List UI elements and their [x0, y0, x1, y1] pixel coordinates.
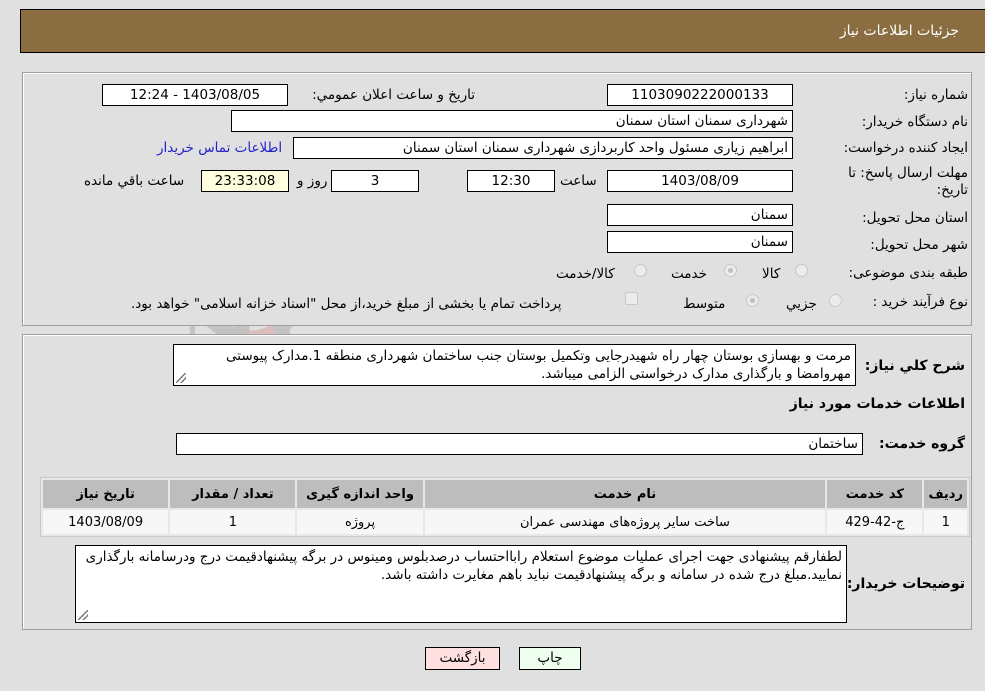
cell-need-date: 1403/08/09 [43, 510, 169, 534]
service-group-label: گروه خدمت: [879, 436, 965, 452]
buyer-notes-textarea[interactable]: لطفارقم پیشنهادی جهت اجرای عملیات موضوع … [75, 545, 847, 623]
remaining-label: ساعت باقي مانده [84, 173, 185, 189]
requester-label: ایجاد کننده درخواست: [843, 140, 968, 156]
category-radio-goods[interactable] [795, 264, 808, 277]
cell-unit: پروژه [297, 510, 423, 534]
col-row-number: ردیف [924, 480, 967, 508]
col-quantity: تعداد / مقدار [170, 480, 296, 508]
description-textarea[interactable]: مرمت و بهسازی بوستان چهار راه شهیدرجایی … [173, 344, 856, 386]
services-table: ردیف کد خدمت نام خدمت واحد اندازه گیری ت… [40, 477, 970, 537]
col-service-name: نام خدمت [424, 480, 826, 508]
remaining-time-field: 23:33:08 [201, 170, 289, 192]
resize-grip-icon[interactable] [78, 610, 88, 620]
category-option-goods-service: کالا/خدمت [556, 266, 615, 282]
delivery-city-field[interactable]: سمنان [607, 231, 793, 253]
announce-datetime-label: تاریخ و ساعت اعلان عمومي: [312, 87, 475, 103]
col-need-date: تاریخ نیاز [43, 480, 169, 508]
cell-service-code: ج-42-429 [827, 510, 923, 534]
col-unit: واحد اندازه گیری [297, 480, 423, 508]
description-text: مرمت و بهسازی بوستان چهار راه شهیدرجایی … [226, 348, 851, 382]
services-section-title: اطلاعات خدمات مورد نیاز [789, 396, 965, 412]
table-row: 1 ج-42-429 ساخت سایر پروژه‌های مهندسی عم… [43, 510, 967, 534]
purchase-process-label: نوع فرآیند خرید : [872, 294, 968, 310]
buyer-notes-text: لطفارقم پیشنهادی جهت اجرای عملیات موضوع … [85, 549, 842, 583]
buyer-notes-label: توضیحات خریدار: [846, 576, 965, 592]
process-option-medium: متوسط [683, 296, 726, 312]
table-header-row: ردیف کد خدمت نام خدمت واحد اندازه گیری ت… [43, 480, 967, 508]
deadline-time-label: ساعت [560, 173, 597, 189]
buyer-contact-link[interactable]: اطلاعات تماس خریدار [157, 140, 282, 156]
page-title: جزئیات اطلاعات نیاز [839, 23, 959, 39]
print-button[interactable]: چاپ [519, 647, 581, 670]
cell-quantity: 1 [170, 510, 296, 534]
process-option-minor: جزیي [786, 296, 817, 312]
cell-row-number: 1 [924, 510, 967, 534]
deadline-label: مهلت ارسال پاسخ: تا [848, 165, 968, 181]
category-radio-service[interactable] [724, 264, 737, 277]
delivery-city-label: شهر محل تحویل: [870, 237, 968, 253]
need-number-label: شماره نیاز: [903, 87, 968, 103]
days-label: روز و [297, 173, 328, 189]
deadline-date-field[interactable]: 1403/08/09 [607, 170, 793, 192]
category-label: طبقه بندی موضوعی: [848, 265, 968, 281]
treasury-checkbox[interactable] [625, 292, 638, 305]
announce-datetime-field[interactable]: 1403/08/05 - 12:24 [102, 84, 288, 106]
resize-grip-icon[interactable] [176, 373, 186, 383]
description-label: شرح كلي نياز: [864, 358, 965, 374]
category-option-service: خدمت [671, 266, 707, 282]
requester-field[interactable]: ابراهیم زیاری مسئول واحد کاربردازی شهردا… [293, 137, 793, 159]
col-service-code: کد خدمت [827, 480, 923, 508]
category-radio-goods-service[interactable] [634, 264, 647, 277]
page-header: جزئیات اطلاعات نیاز [20, 9, 985, 53]
category-option-goods: کالا [762, 266, 781, 282]
buyer-org-label: نام دستگاه خریدار: [861, 114, 968, 130]
need-number-field[interactable]: 1103090222000133 [607, 84, 793, 106]
cell-service-name: ساخت سایر پروژه‌های مهندسی عمران [424, 510, 826, 534]
delivery-province-label: استان محل تحویل: [862, 210, 968, 226]
process-radio-medium[interactable] [746, 294, 759, 307]
treasury-note: پرداخت تمام یا بخشی از مبلغ خرید،از محل … [131, 296, 562, 312]
deadline-time-field[interactable]: 12:30 [467, 170, 555, 192]
remaining-days-field[interactable]: 3 [331, 170, 419, 192]
process-radio-minor[interactable] [829, 294, 842, 307]
service-group-field[interactable]: ساختمان [176, 433, 863, 455]
deadline-label-2: تاریخ: [936, 182, 968, 198]
back-button[interactable]: بازگشت [425, 647, 500, 670]
buyer-org-field[interactable]: شهرداری سمنان استان سمنان [231, 110, 793, 132]
delivery-province-field[interactable]: سمنان [607, 204, 793, 226]
